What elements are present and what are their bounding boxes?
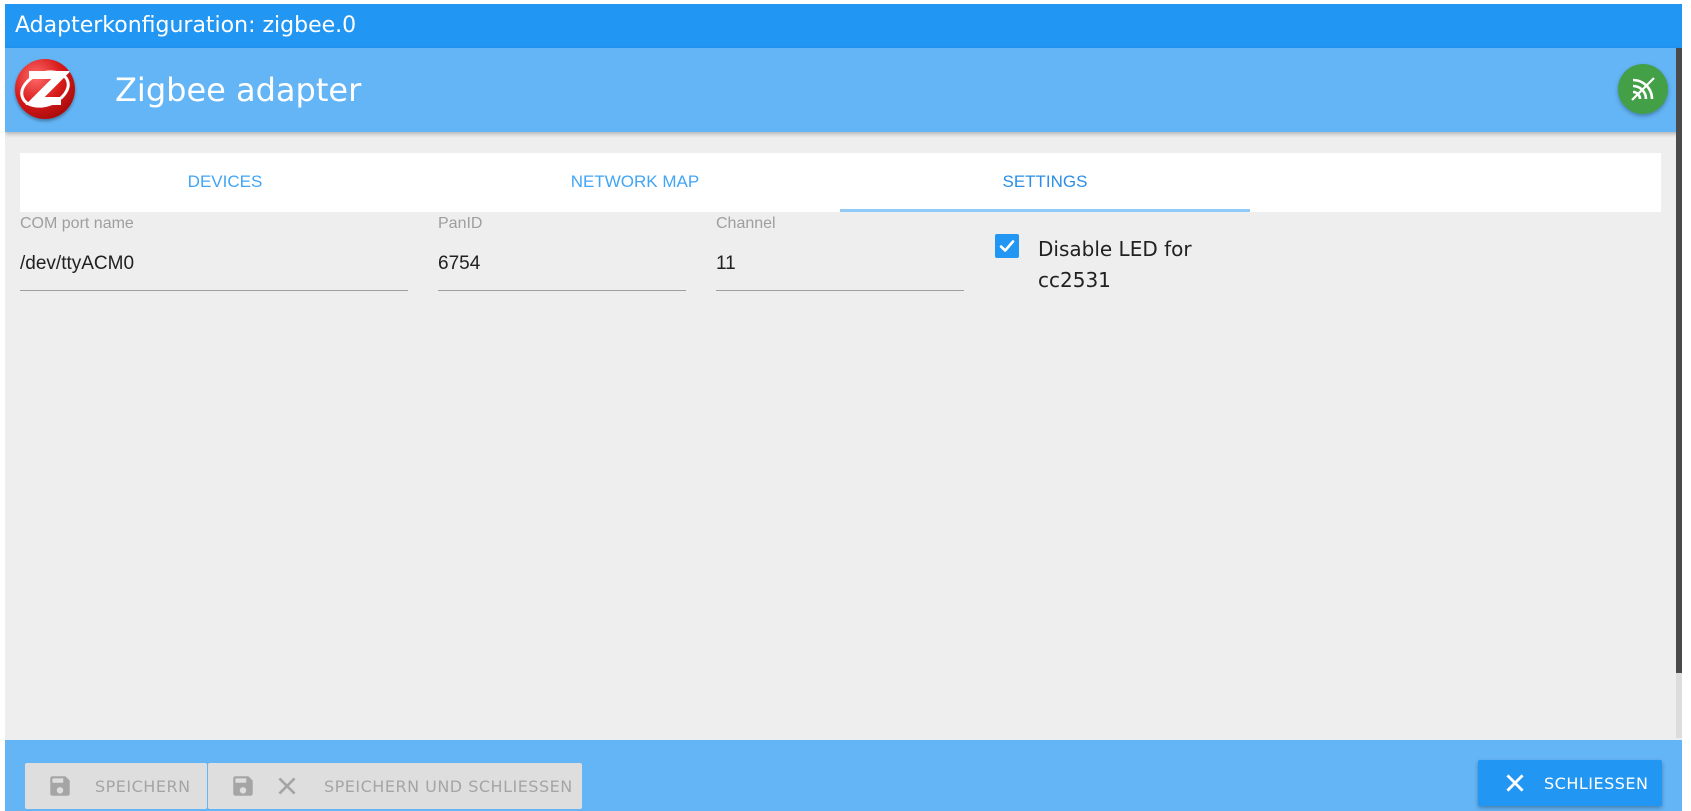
save-button[interactable]: SPEICHERN [25, 763, 207, 809]
channel-underline [716, 290, 964, 291]
adapter-title: Zigbee adapter [115, 71, 362, 109]
tab-network-map[interactable]: NETWORK MAP [430, 153, 840, 212]
save-label: SPEICHERN [95, 776, 191, 796]
zigbee-logo-icon [15, 59, 75, 119]
pan-id-underline [438, 290, 686, 291]
channel-input[interactable]: 11 [716, 253, 736, 275]
adapter-config-window: Adapterkonfiguration: zigbee.0 Zigbee ad… [5, 4, 1682, 811]
channel-label: Channel [716, 215, 776, 232]
pan-id-field[interactable]: PanID 6754 [438, 215, 686, 291]
footer-bar: SPEICHERN SPEICHERN UND SCHLIESSEN SCHLI… [5, 740, 1682, 811]
pan-id-input[interactable]: 6754 [438, 253, 480, 275]
save-icon [230, 773, 256, 799]
window-title: Adapterkonfiguration: zigbee.0 [5, 4, 1682, 48]
close-label: SCHLIESSEN [1544, 773, 1649, 793]
save-icon [47, 773, 73, 799]
close-icon [1502, 770, 1528, 796]
close-button[interactable]: SCHLIESSEN [1478, 760, 1662, 806]
tab-settings[interactable]: SETTINGS [840, 153, 1250, 212]
scrollbar-thumb[interactable] [1676, 48, 1682, 673]
pan-id-label: PanID [438, 215, 483, 232]
adapter-header: Zigbee adapter [5, 48, 1682, 132]
close-icon [274, 773, 300, 799]
tab-bar: DEVICES NETWORK MAP SETTINGS [20, 153, 1661, 212]
disable-led-checkbox[interactable] [995, 234, 1019, 258]
com-port-field[interactable]: COM port name /dev/ttyACM0 [20, 215, 408, 291]
channel-field[interactable]: Channel 11 [716, 215, 964, 291]
checkmark-icon [999, 240, 1015, 252]
tab-devices[interactable]: DEVICES [20, 153, 430, 212]
com-port-underline [20, 290, 408, 291]
save-and-close-label: SPEICHERN UND SCHLIESSEN [324, 776, 573, 796]
com-port-input[interactable]: /dev/ttyACM0 [20, 253, 134, 275]
com-port-label: COM port name [20, 215, 134, 232]
connection-status-icon[interactable] [1618, 64, 1668, 114]
save-and-close-button[interactable]: SPEICHERN UND SCHLIESSEN [208, 763, 582, 809]
disable-led-label[interactable]: Disable LED for cc2531 [1038, 234, 1238, 296]
